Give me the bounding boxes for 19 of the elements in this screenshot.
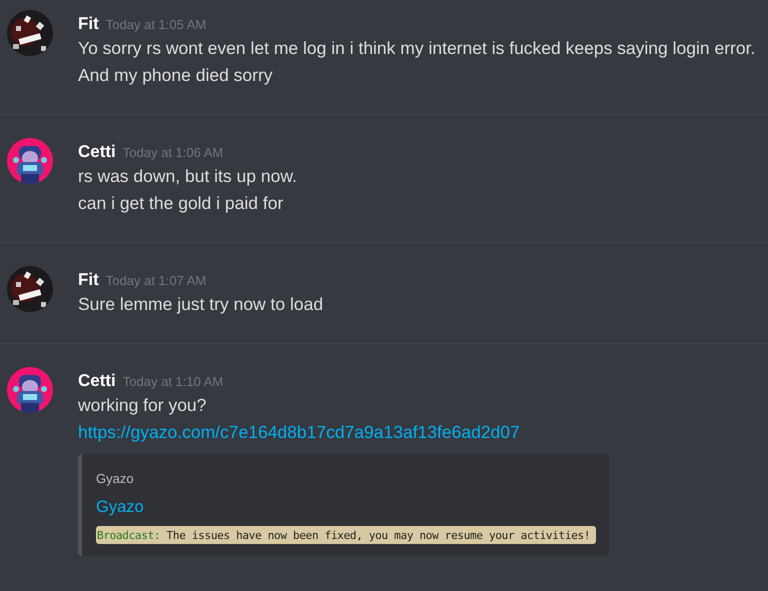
message-text: Yo sorry rs wont even let me log in i think my internet is fucked keeps saying login error. bbox=[78, 37, 756, 60]
username[interactable]: Cetti bbox=[78, 141, 116, 163]
timestamp: Today at 1:10 AM bbox=[122, 373, 224, 391]
timestamp: Today at 1:07 AM bbox=[106, 272, 206, 290]
broadcast-message: Broadcast: The issues have now been fixed, you may now resume your activities! bbox=[96, 528, 590, 542]
message-text: And my phone died sorry bbox=[78, 64, 273, 87]
chat-screenshot[interactable]: Broadcast: The issues have now been fixed, you may now resume your activities! bbox=[96, 526, 596, 544]
message-text: can i get the gold i paid for bbox=[78, 192, 284, 215]
username[interactable]: Fit bbox=[78, 13, 99, 35]
message-text: rs was down, but its up now. bbox=[78, 165, 297, 188]
message-text: working for you? bbox=[78, 394, 206, 417]
timestamp: Today at 1:06 AM bbox=[122, 144, 224, 162]
message-text: Sure lemme just try now to load bbox=[78, 293, 324, 316]
username[interactable]: Cetti bbox=[78, 370, 116, 392]
embed-provider: Gyazo bbox=[96, 470, 134, 488]
message-link[interactable]: https://gyazo.com/c7e164d8b17cd7a9a13af13fe6ad2d07 bbox=[78, 419, 520, 446]
timestamp: Today at 1:05 AM bbox=[106, 16, 206, 34]
embed-title-link[interactable]: Gyazo bbox=[96, 496, 144, 518]
username[interactable]: Fit bbox=[78, 269, 99, 291]
